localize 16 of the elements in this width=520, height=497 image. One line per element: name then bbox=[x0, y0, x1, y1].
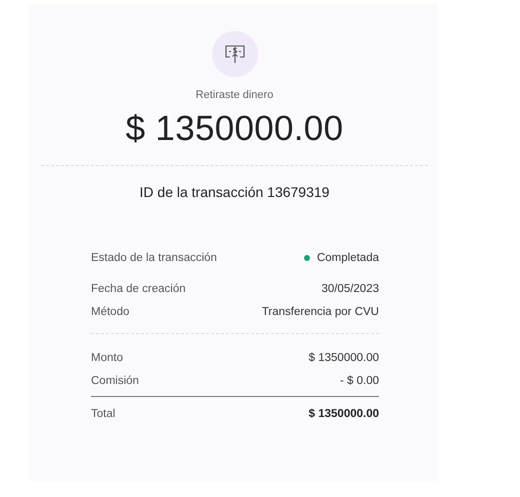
row-value: $ 1350000.00 bbox=[308, 352, 379, 364]
row-label: Fecha de creación bbox=[91, 282, 186, 294]
row-value: Transferencia por CVU bbox=[262, 306, 379, 318]
row-label: Método bbox=[91, 306, 130, 318]
transaction-id: ID de la transacción 13679319 bbox=[138, 184, 330, 200]
row-label: Estado de la transacción bbox=[91, 252, 217, 264]
row-value: - $ 0.00 bbox=[340, 374, 379, 386]
amount: $ 1350000.00 bbox=[126, 109, 344, 149]
row-value: Completada bbox=[316, 252, 379, 264]
row-value: 30/05/2023 bbox=[321, 282, 379, 294]
transaction-title: Retiraste dinero bbox=[196, 89, 274, 101]
cash-withdraw-icon bbox=[224, 43, 246, 65]
row-label: Monto bbox=[91, 352, 123, 364]
row-label: Comisión bbox=[91, 374, 139, 386]
row-value: $ 1350000.00 bbox=[308, 408, 379, 420]
row-label: Total bbox=[91, 408, 116, 420]
